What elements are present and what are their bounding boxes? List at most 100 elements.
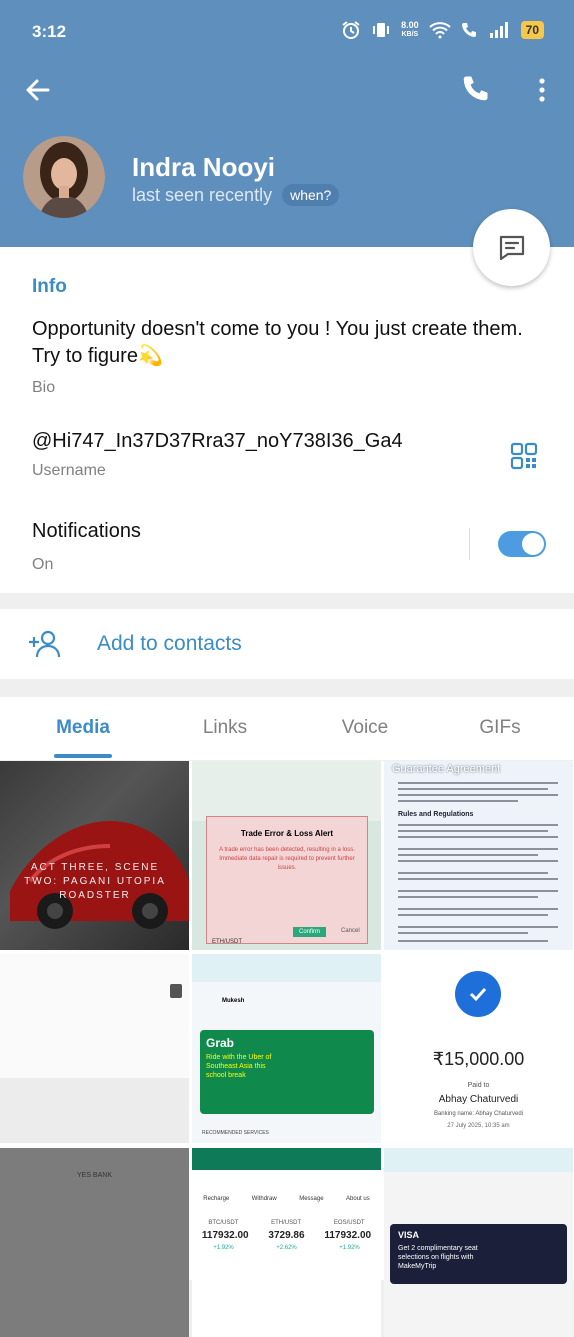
car-image (10, 821, 189, 929)
price: 117932.00 (201, 1230, 249, 1241)
payment-date: 27 July 2025, 10:35 am (447, 1123, 510, 1129)
media-grid: ACT THREE, SCENE TWO: PAGANI UTOPIA ROAD… (0, 761, 574, 1337)
status-icons: 8.00 KB/S 70 (341, 20, 544, 40)
change: +1.92% (213, 1245, 234, 1251)
pair: EOS/USDT (333, 1220, 365, 1226)
alert-body: A trade error has been detected, resulti… (219, 847, 355, 871)
back-button[interactable] (22, 74, 54, 106)
doc-lines (398, 782, 558, 942)
tab-voice[interactable]: Voice (295, 717, 435, 739)
paid-to-label: Paid to (467, 1082, 490, 1089)
media-item[interactable]: YES BANK (0, 1148, 189, 1337)
notifications-toggle[interactable] (498, 531, 546, 557)
alert-confirm: Confirm (293, 927, 327, 937)
status-bar: 3:12 8.00 KB/S 70 (0, 0, 574, 64)
tab-indicator (54, 754, 112, 758)
check-icon (469, 987, 487, 1002)
price: 117932.00 (324, 1230, 372, 1241)
change: +1.92% (339, 1245, 360, 1251)
qr-code-icon (510, 442, 538, 470)
media-item[interactable]: VISA Get 2 complimentary seat selections… (384, 1148, 573, 1337)
pair-row: BTC/USDT ETH/USDT EOS/USDT (192, 1220, 381, 1226)
top-bar (384, 1148, 573, 1172)
alarm-icon (342, 21, 360, 39)
profile-header: 3:12 8.00 KB/S 70 Indra Nooyi last seen r… (0, 0, 574, 247)
pair: ETH/USDT (271, 1220, 302, 1226)
alert-cancel: Cancel (341, 928, 360, 934)
tab-media[interactable]: Media (13, 717, 153, 739)
when-button[interactable]: when? (282, 184, 340, 206)
divider (469, 528, 470, 560)
top-bar (192, 954, 381, 982)
bank-logo-text: YES BANK (76, 1172, 112, 1179)
promo-brand: Grab (206, 1036, 235, 1050)
info-section: Info Opportunity doesn't come to you ! Y… (0, 247, 574, 593)
username-label: Username (32, 462, 106, 479)
bank-name: Banking name: Abhay Chaturvedi (433, 1111, 524, 1117)
last-seen-text: last seen recently (132, 184, 273, 205)
ticker-label: ETH/USDT (212, 939, 242, 945)
sender-name: Mukesh (222, 998, 245, 1004)
promo-text: Ride with the Uber of Southeast Asia thi… (206, 1054, 272, 1079)
media-item[interactable] (0, 954, 189, 1143)
avatar-photo (23, 136, 105, 218)
arrow-left-icon (26, 79, 50, 101)
profile-name: Indra Nooyi (132, 152, 276, 182)
promo-card: Grab Ride with the Uber of Southeast Asi… (200, 1030, 374, 1114)
payment-amount: ₹15,000.00 (432, 1049, 525, 1069)
pair: BTC/USDT (208, 1220, 239, 1226)
wifi-icon (428, 22, 451, 39)
payee-name: Abhay Chaturvedi (438, 1094, 519, 1105)
car-caption: ACT THREE, SCENE TWO: PAGANI UTOPIA ROAD… (24, 862, 166, 901)
media-item[interactable]: ACT THREE, SCENE TWO: PAGANI UTOPIA ROAD… (0, 761, 189, 950)
menu-item: About us (346, 1196, 370, 1202)
battery-indicator: 70 (520, 21, 544, 39)
signal-icon (489, 22, 508, 38)
wifi-call-icon (461, 23, 476, 37)
more-options-button[interactable] (528, 74, 556, 106)
menu-item: Message (299, 1196, 324, 1202)
footer-label: RECOMMENDED SERVICES (202, 1130, 269, 1136)
send-message-button[interactable] (473, 209, 550, 286)
menu-item: Recharge (203, 1196, 230, 1202)
tab-gifs[interactable]: GIFs (430, 717, 570, 739)
qr-code-button[interactable] (510, 442, 538, 470)
media-item[interactable]: Mukesh Grab Ride with the Uber of Southe… (192, 954, 381, 1143)
app-icon-row (192, 761, 381, 821)
alert-title: Trade Error & Loss Alert (240, 829, 334, 838)
add-user-icon (29, 630, 61, 658)
change-row: +1.92% +2.62% +1.92% (192, 1245, 381, 1251)
price-row: 117932.00 3729.86 117932.00 (192, 1230, 381, 1241)
media-item[interactable]: Recharge Withdraw Message About us BTC/U… (192, 1148, 381, 1337)
more-vertical-icon (539, 78, 545, 102)
tab-links[interactable]: Links (155, 717, 295, 739)
small-thumbnail (170, 984, 182, 998)
visa-brand: VISA (398, 1230, 420, 1240)
add-to-contacts-row[interactable]: Add to contacts (0, 609, 574, 679)
media-item[interactable]: Guarantee Agreement Rules and Regulation… (384, 761, 573, 950)
change: +2.62% (276, 1245, 297, 1251)
green-header (192, 1148, 381, 1170)
info-title: Info (32, 276, 67, 297)
check-badge (455, 971, 501, 1017)
media-item[interactable]: Trade Error & Loss Alert A trade error h… (192, 761, 381, 950)
media-item[interactable]: ₹15,000.00 Paid to Abhay Chaturvedi Bank… (384, 954, 573, 1143)
notifications-title[interactable]: Notifications (32, 520, 141, 543)
call-button[interactable] (460, 74, 492, 106)
network-speed: 8.00 KB/S (401, 20, 419, 39)
notifications-state: On (32, 556, 54, 573)
toggle-knob (522, 533, 544, 555)
bio-text[interactable]: Opportunity doesn't come to you ! You ju… (32, 316, 532, 370)
add-to-contacts-label: Add to contacts (97, 632, 242, 655)
phone-icon (463, 76, 488, 101)
menu-item: Withdraw (251, 1196, 277, 1202)
last-seen: last seen recently when? (132, 184, 340, 206)
alert-dialog: Trade Error & Loss Alert A trade error h… (206, 816, 368, 944)
vibrate-icon (373, 23, 390, 37)
bio-label: Bio (32, 379, 56, 396)
media-tabs: Media Links Voice GIFs (0, 697, 574, 760)
blank-preview (0, 1078, 189, 1143)
avatar[interactable] (23, 136, 105, 218)
status-time: 3:12 (32, 22, 67, 41)
username-text[interactable]: @Hi747_In37D37Rra37_noY738I36_Ga4 (32, 430, 403, 453)
